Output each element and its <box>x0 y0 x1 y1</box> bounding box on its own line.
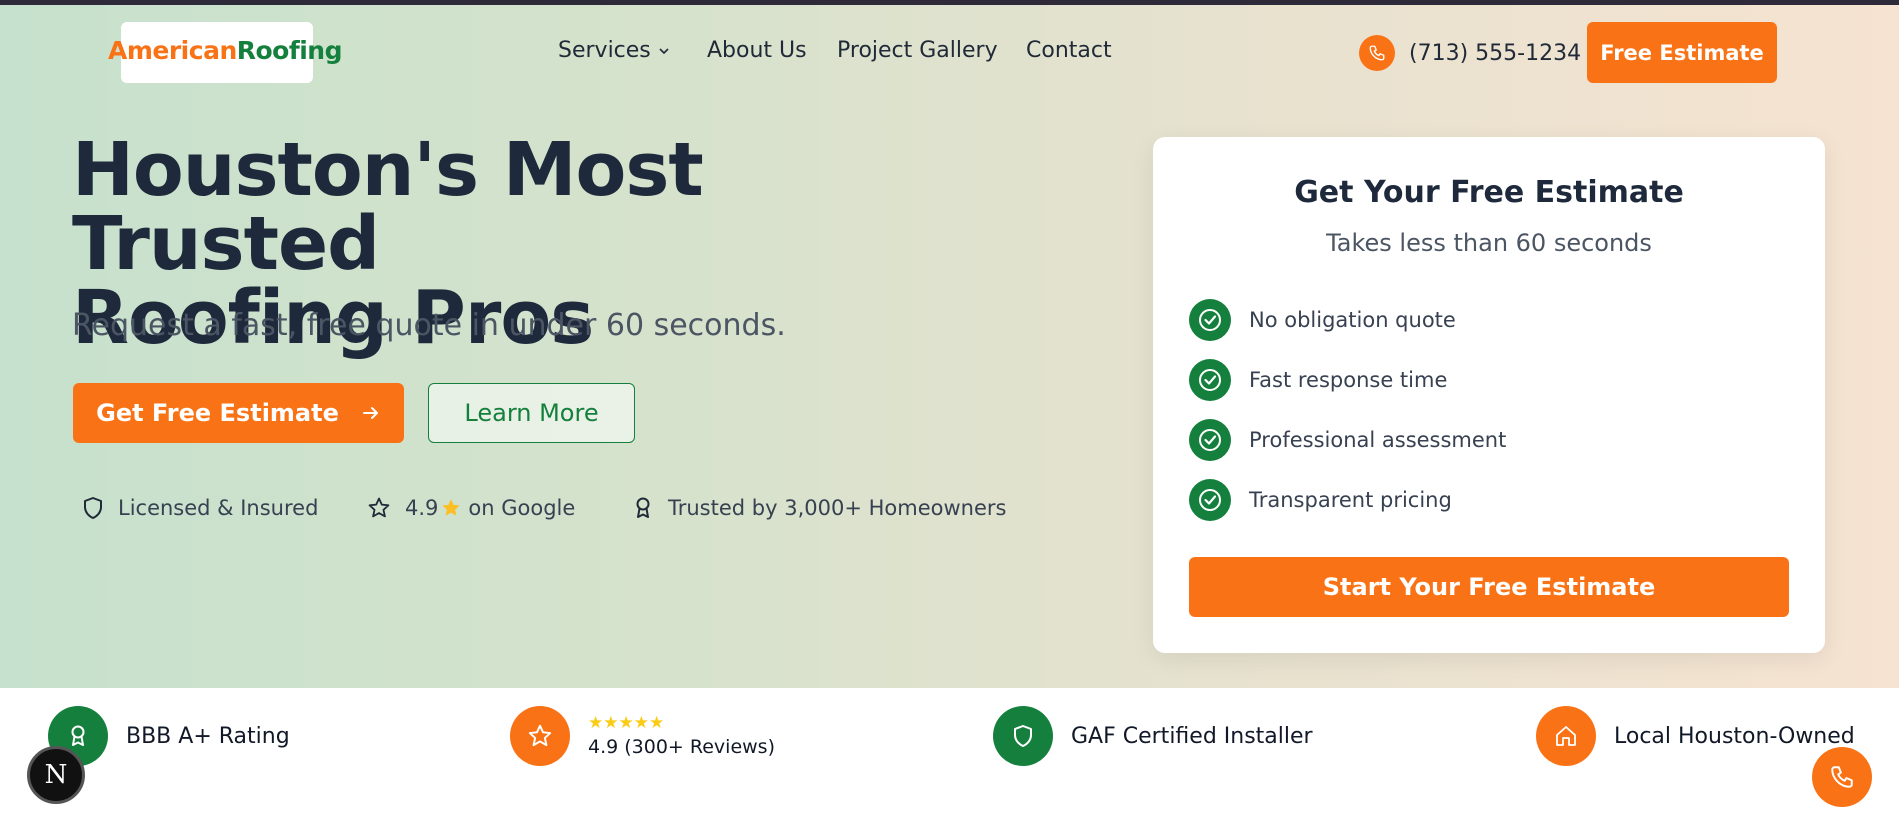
header-free-estimate-button[interactable]: Free Estimate <box>1587 22 1777 83</box>
shield-icon <box>993 706 1053 766</box>
benefit-item: Professional assessment <box>1189 419 1506 461</box>
floating-call-button[interactable] <box>1812 747 1872 807</box>
badge-local-label: Local Houston-Owned <box>1614 723 1855 749</box>
star-outline-icon <box>368 497 390 518</box>
trust-licensed: Licensed & Insured <box>82 496 318 520</box>
get-free-estimate-button[interactable]: Get Free Estimate <box>73 383 404 443</box>
learn-more-button[interactable]: Learn More <box>428 383 635 443</box>
brand-logo[interactable]: AmericanRoofing <box>108 36 343 65</box>
shield-icon <box>84 497 102 519</box>
nav-services[interactable]: Services <box>558 38 669 63</box>
trust-rating-suffix: on Google <box>468 496 576 520</box>
badge-bbb: BBB A+ Rating <box>48 706 290 766</box>
phone-icon <box>1359 35 1395 71</box>
phone-icon <box>1831 766 1853 788</box>
hero-subhead: Request a fast, free quote in under 60 s… <box>72 308 786 343</box>
estimate-card: Get Your Free Estimate Takes less than 6… <box>1153 137 1825 653</box>
benefit-label: Professional assessment <box>1249 428 1507 452</box>
badge-reviews: ★★★★★ 4.9 (300+ Reviews) <box>510 706 775 766</box>
logo-part-roofing: Roofing <box>236 36 343 65</box>
badge-reviews-label: 4.9 (300+ Reviews) <box>588 736 775 758</box>
check-circle-icon <box>1189 479 1231 521</box>
arrow-right-icon <box>362 407 378 419</box>
header-phone-number: (713) 555-1234 <box>1409 40 1582 66</box>
benefit-item: Fast response time <box>1189 359 1447 401</box>
star-icon <box>510 706 570 766</box>
trust-homeowners-label: Trusted by 3,000+ Homeowners <box>668 496 1007 520</box>
trust-rating-value: 4.9 <box>405 496 439 520</box>
benefit-label: No obligation quote <box>1249 308 1456 332</box>
estimate-card-subtitle: Takes less than 60 seconds <box>1326 229 1652 257</box>
chevron-down-icon <box>659 47 669 54</box>
badge-gaf: GAF Certified Installer <box>993 706 1313 766</box>
benefit-item: Transparent pricing <box>1189 479 1452 521</box>
award-icon <box>636 497 650 518</box>
benefit-label: Fast response time <box>1249 368 1448 392</box>
badge-gaf-label: GAF Certified Installer <box>1071 723 1313 749</box>
rating-stars: ★★★★★ <box>588 713 665 733</box>
check-circle-icon <box>1189 419 1231 461</box>
benefit-item: No obligation quote <box>1189 299 1456 341</box>
trust-licensed-label: Licensed & Insured <box>118 496 319 520</box>
nav-contact[interactable]: Contact <box>1026 38 1112 63</box>
logo-part-american: American <box>108 36 237 65</box>
benefit-label: Transparent pricing <box>1249 488 1452 512</box>
trust-rating: 4.9 on Google <box>367 496 575 520</box>
estimate-card-title: Get Your Free Estimate <box>1294 175 1684 210</box>
star-filled-icon <box>442 499 461 516</box>
nav-services-label: Services <box>558 38 651 63</box>
dev-tools-badge[interactable]: N <box>27 746 85 804</box>
get-free-estimate-label: Get Free Estimate <box>96 399 339 427</box>
nav-gallery[interactable]: Project Gallery <box>837 38 998 63</box>
check-circle-icon <box>1189 359 1231 401</box>
badge-local: Local Houston-Owned <box>1536 706 1855 766</box>
start-free-estimate-button[interactable]: Start Your Free Estimate <box>1189 557 1789 617</box>
hero-headline-line1: Houston's Most Trusted <box>72 127 704 287</box>
badge-bbb-label: BBB A+ Rating <box>126 723 290 749</box>
check-circle-icon <box>1189 299 1231 341</box>
nav-about[interactable]: About Us <box>707 38 807 63</box>
header-phone-link[interactable]: (713) 555-1234 <box>1359 35 1581 71</box>
home-icon <box>1536 706 1596 766</box>
trust-homeowners: Trusted by 3,000+ Homeowners <box>632 496 1006 520</box>
